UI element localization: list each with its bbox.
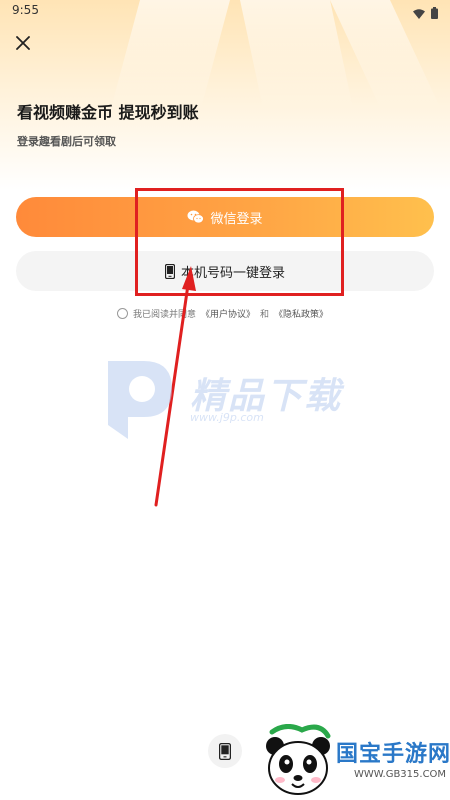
- site-logo: 国宝手游网 WWW.GB315.COM: [262, 722, 450, 800]
- battery-icon: [431, 4, 438, 23]
- watermark-url: www.j9p.com: [190, 411, 264, 424]
- watermark-logo-icon: [108, 361, 172, 439]
- wifi-icon: [413, 4, 425, 23]
- close-button[interactable]: [12, 32, 34, 54]
- alt-phone-login-button[interactable]: [208, 734, 242, 768]
- page-subtitle: 登录趣看剧后可领取: [17, 135, 116, 148]
- status-bar: 9:55: [0, 0, 450, 22]
- agreement-checkbox[interactable]: [117, 308, 128, 319]
- site-url: WWW.GB315.COM: [354, 769, 447, 780]
- panda-icon: [266, 724, 331, 795]
- phone-icon: [219, 742, 231, 760]
- page-title: 看视频赚金币 提现秒到账: [17, 103, 199, 122]
- privacy-policy-link[interactable]: 《隐私政策》: [274, 307, 328, 320]
- agreement-row: 我已阅读并同意 《用户协议》 和 《隐私政策》: [117, 307, 328, 320]
- site-name: 国宝手游网: [336, 742, 450, 767]
- user-agreement-link[interactable]: 《用户协议》: [201, 307, 255, 320]
- agreement-prefix: 我已阅读并同意: [133, 310, 197, 320]
- agreement-and: 和: [260, 310, 270, 320]
- highlight-box: [135, 188, 344, 296]
- close-icon: [16, 36, 30, 50]
- watermark: 精品下载 www.j9p.com: [98, 355, 358, 445]
- status-time: 9:55: [12, 3, 39, 17]
- status-icons: [413, 4, 438, 23]
- header-background: [0, 0, 450, 190]
